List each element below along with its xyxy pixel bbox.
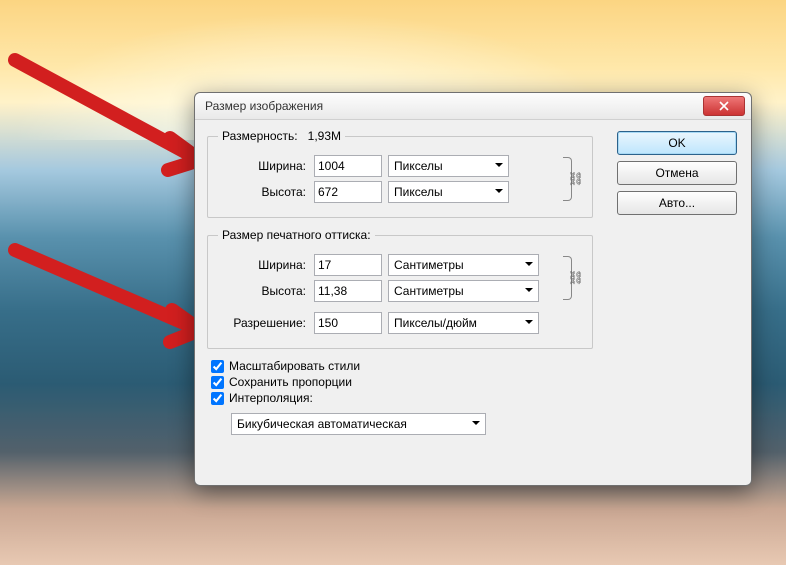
scale-styles-label: Масштабировать стили (229, 359, 360, 373)
auto-button-label: Авто... (659, 196, 695, 210)
px-height-input[interactable] (314, 181, 382, 203)
scale-styles-check[interactable]: Масштабировать стили (211, 359, 593, 373)
close-button[interactable] (703, 96, 745, 116)
px-height-unit-select[interactable]: Пикселы (388, 181, 509, 203)
doc-width-unit-select[interactable]: Сантиметры (388, 254, 539, 276)
resolution-unit-value: Пикселы/дюйм (394, 316, 477, 330)
constrain-proportions-label: Сохранить пропорции (229, 375, 352, 389)
print-size-legend: Размер печатного оттиска: (218, 228, 375, 242)
doc-height-input[interactable] (314, 280, 382, 302)
doc-height-label: Высота: (218, 284, 308, 298)
px-width-unit-select[interactable]: Пикселы (388, 155, 509, 177)
px-width-input[interactable] (314, 155, 382, 177)
interpolation-select[interactable]: Бикубическая автоматическая (231, 413, 486, 435)
image-size-dialog: Размер изображения Размерность: 1,93M Ши… (194, 92, 752, 486)
close-icon (719, 101, 729, 111)
doc-constrain-link[interactable]: ⛓ (560, 250, 582, 306)
px-height-label: Высота: (218, 185, 308, 199)
doc-width-input[interactable] (314, 254, 382, 276)
dialog-title: Размер изображения (205, 99, 703, 113)
resample-check[interactable]: Интерполяция: (211, 391, 593, 405)
doc-width-label: Ширина: (218, 258, 308, 272)
pixel-dimensions-legend: Размерность: 1,93M (218, 129, 345, 143)
constrain-proportions-checkbox[interactable] (211, 376, 224, 389)
pixel-legend-prefix: Размерность: (222, 129, 298, 143)
constrain-proportions-check[interactable]: Сохранить пропорции (211, 375, 593, 389)
resample-checkbox[interactable] (211, 392, 224, 405)
resample-label: Интерполяция: (229, 391, 313, 405)
print-size-group: Размер печатного оттиска: Ширина: Сантим… (207, 228, 593, 349)
titlebar[interactable]: Размер изображения (195, 93, 751, 120)
pixel-filesize: 1,93M (308, 129, 341, 143)
link-icon: ⛓ (567, 171, 584, 187)
resolution-label: Разрешение: (218, 316, 308, 330)
link-icon: ⛓ (567, 270, 584, 286)
options-checks: Масштабировать стили Сохранить пропорции… (211, 359, 593, 405)
ok-button[interactable]: OK (617, 131, 737, 155)
interpolation-value: Бикубическая автоматическая (237, 417, 407, 431)
dialog-buttons: OK Отмена Авто... (617, 131, 737, 215)
px-height-unit-value: Пикселы (394, 185, 443, 199)
cancel-button-label: Отмена (655, 166, 698, 180)
px-constrain-link[interactable]: ⛓ (560, 151, 582, 207)
doc-width-unit-value: Сантиметры (394, 258, 464, 272)
resolution-unit-select[interactable]: Пикселы/дюйм (388, 312, 539, 334)
px-width-label: Ширина: (218, 159, 308, 173)
scale-styles-checkbox[interactable] (211, 360, 224, 373)
doc-height-unit-value: Сантиметры (394, 284, 464, 298)
auto-button[interactable]: Авто... (617, 191, 737, 215)
ok-button-label: OK (668, 136, 685, 150)
pixel-dimensions-group: Размерность: 1,93M Ширина: Пикселы (207, 129, 593, 218)
resolution-input[interactable] (314, 312, 382, 334)
cancel-button[interactable]: Отмена (617, 161, 737, 185)
doc-height-unit-select[interactable]: Сантиметры (388, 280, 539, 302)
px-width-unit-value: Пикселы (394, 159, 443, 173)
